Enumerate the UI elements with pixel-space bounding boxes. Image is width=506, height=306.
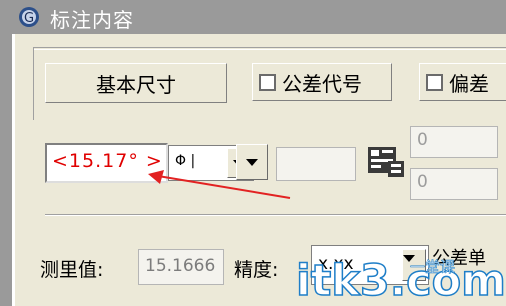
svg-text:G: G [24, 11, 34, 26]
measured-value-text: 15.1666 [145, 256, 216, 276]
watermark: itk3.com 一堂课 [295, 254, 506, 306]
watermark-text: itk3.com [295, 255, 506, 306]
tab-deviation-label: 偏差 [449, 71, 489, 96]
watermark-subtext: 一堂课 [410, 258, 456, 277]
tab-tolerance-code-label: 公差代号 [282, 71, 362, 96]
dialog-window: G 标注内容 基本尺寸 公差代号 偏差 <15.17° > Φ | 0 0 测里… [0, 0, 506, 306]
measured-value-field: 15.1666 [138, 249, 224, 285]
title-bar[interactable]: G 标注内容 [0, 0, 506, 34]
app-icon: G [19, 7, 39, 27]
measured-value-label: 测里值: [40, 259, 104, 281]
tab-basic-size-label: 基本尺寸 [96, 72, 176, 97]
deviation-checkbox[interactable] [426, 73, 443, 91]
dimension-style-icon[interactable] [366, 143, 408, 183]
tab-deviation[interactable]: 偏差 [419, 63, 506, 101]
chevron-down-icon [246, 159, 258, 166]
window-title: 标注内容 [50, 8, 134, 32]
tolerance-code-checkbox[interactable] [259, 73, 276, 91]
annotation-arrow-icon [148, 170, 291, 199]
upper-deviation-value: 0 [417, 130, 428, 150]
separator [45, 214, 506, 216]
upper-deviation-input[interactable]: 0 [410, 126, 498, 158]
lower-deviation-input[interactable]: 0 [410, 168, 498, 200]
window-border [0, 34, 12, 306]
lower-deviation-value: 0 [417, 172, 428, 192]
precision-label: 精度: [234, 259, 279, 281]
tab-tolerance-code[interactable]: 公差代号 [252, 63, 392, 101]
tab-basic-size[interactable]: 基本尺寸 [45, 63, 227, 103]
